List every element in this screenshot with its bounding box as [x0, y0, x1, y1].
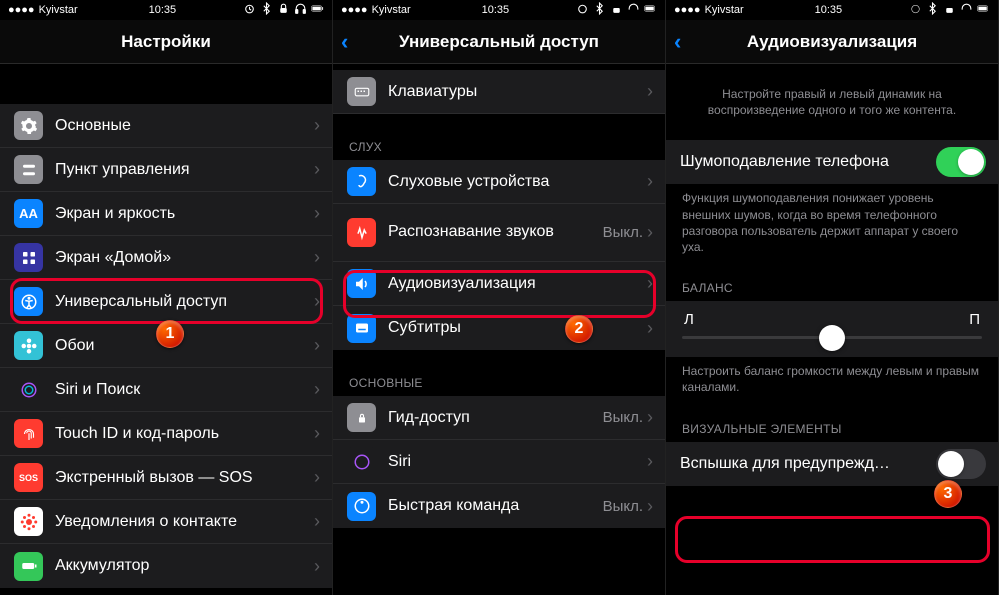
row-sos[interactable]: SOS Экстренный вызов — SOS› [0, 456, 332, 500]
badge-2: 2 [565, 315, 593, 343]
noise-cancel-toggle[interactable] [936, 147, 986, 177]
gear-icon [14, 111, 43, 140]
row-touchid[interactable]: Touch ID и код-пароль› [0, 412, 332, 456]
balance-left-label: Л [684, 311, 694, 328]
row-guided-access[interactable]: Гид-доступ Выкл.› [333, 396, 665, 440]
badge-1: 1 [156, 320, 184, 348]
row-subtitles[interactable]: Субтитры› [333, 306, 665, 350]
row-battery[interactable]: Аккумулятор› [0, 544, 332, 588]
row-siri[interactable]: Siri и Поиск› [0, 368, 332, 412]
fingerprint-icon [14, 419, 43, 448]
accessibility-icon [347, 492, 376, 521]
row-home-screen[interactable]: Экран «Домой»› [0, 236, 332, 280]
headphones-icon [294, 2, 307, 18]
headphones-icon [627, 2, 640, 18]
nav-title: Настройки [0, 20, 332, 64]
home-grid-icon [14, 243, 43, 272]
siri-icon [347, 447, 376, 476]
section-general: ОСНОВНЫЕ [333, 370, 665, 396]
soundwave-icon [347, 218, 376, 247]
text-size-icon: AA [14, 199, 43, 228]
row-exposure[interactable]: Уведомления о контакте› [0, 500, 332, 544]
back-button[interactable]: ‹ [341, 29, 348, 55]
balance-header: БАЛАНС [666, 275, 998, 301]
led-flash-toggle[interactable] [936, 449, 986, 479]
row-siri-access[interactable]: Siri› [333, 440, 665, 484]
lock-icon [943, 2, 956, 18]
row-keyboards[interactable]: Клавиатуры› [333, 70, 665, 114]
back-button[interactable]: ‹ [674, 29, 681, 55]
switches-icon [14, 155, 43, 184]
lock-icon [610, 2, 623, 18]
status-bar: ●●●●Kyivstar 10:35 [0, 0, 332, 20]
row-hearing-devices[interactable]: Слуховые устройства› [333, 160, 665, 204]
ear-icon [347, 167, 376, 196]
accessibility-panel: ●●●●Kyivstar 10:35 ‹ Универсальный досту… [333, 0, 666, 595]
row-control-center[interactable]: Пункт управления› [0, 148, 332, 192]
siri-icon [14, 375, 43, 404]
alarm-icon [909, 2, 922, 18]
nav-title: ‹ Аудиовизуализация [666, 20, 998, 64]
row-audio-visual[interactable]: Аудиовизуализация› [333, 262, 665, 306]
row-display[interactable]: AA Экран и яркость› [0, 192, 332, 236]
accessibility-icon [14, 287, 43, 316]
headphones-icon [960, 2, 973, 18]
subtitles-icon [347, 314, 376, 343]
bluetooth-icon [260, 2, 273, 18]
status-bar: ●●●●Kyivstar 10:35 [333, 0, 665, 20]
balance-right-label: П [969, 311, 980, 328]
speaker-icon [347, 269, 376, 298]
alarm-icon [243, 2, 256, 18]
footer-balance: Настроить баланс громкости между левым и… [666, 357, 998, 395]
row-sound-recognition[interactable]: Распознавание звуков Выкл.› [333, 204, 665, 262]
exposure-icon [14, 507, 43, 536]
row-accessibility[interactable]: Универсальный доступ› [0, 280, 332, 324]
nav-title: ‹ Универсальный доступ [333, 20, 665, 64]
battery-settings-icon [14, 552, 43, 581]
row-led-flash[interactable]: Вспышка для предупрежд… [666, 442, 998, 486]
status-bar: ●●●●Kyivstar 10:35 [666, 0, 998, 20]
lock-icon [277, 2, 290, 18]
alarm-icon [576, 2, 589, 18]
battery-icon [644, 2, 657, 18]
row-general[interactable]: Основные› [0, 104, 332, 148]
keyboard-icon [347, 77, 376, 106]
footer-mono: Настройте правый и левый динамик на восп… [666, 86, 998, 118]
sos-icon: SOS [14, 463, 43, 492]
bluetooth-icon [593, 2, 606, 18]
visual-header: ВИЗУАЛЬНЫЕ ЭЛЕМЕНТЫ [666, 416, 998, 442]
balance-slider[interactable]: Л П [666, 301, 998, 357]
badge-3: 3 [934, 480, 962, 508]
bluetooth-icon [926, 2, 939, 18]
row-shortcut[interactable]: Быстрая команда Выкл.› [333, 484, 665, 528]
settings-panel: ●●●●Kyivstar 10:35 Настройки Основные› П… [0, 0, 333, 595]
lock-rotate-icon [347, 403, 376, 432]
battery-icon [977, 2, 990, 18]
highlight-3 [675, 516, 990, 563]
audio-visual-panel: ●●●●Kyivstar 10:35 ‹ Аудиовизуализация Н… [666, 0, 999, 595]
battery-icon [311, 2, 324, 18]
flower-icon [14, 331, 43, 360]
row-noise-cancel[interactable]: Шумоподавление телефона [666, 140, 998, 184]
section-hearing: СЛУХ [333, 134, 665, 160]
footer-noise: Функция шумоподавления понижает уровень … [666, 184, 998, 255]
